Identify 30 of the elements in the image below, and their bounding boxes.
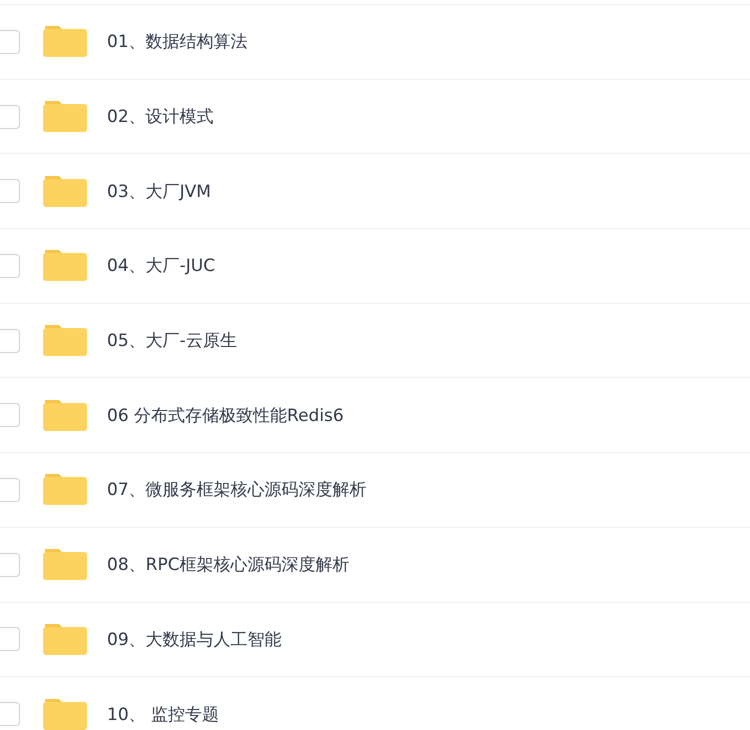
checkbox[interactable] — [0, 478, 20, 502]
folder-name[interactable]: 08、RPC框架核心源码深度解析 — [107, 553, 350, 576]
folder-name[interactable]: 05、大厂-云原生 — [107, 329, 237, 352]
checkbox[interactable] — [0, 403, 20, 428]
checkbox[interactable] — [0, 254, 20, 278]
checkbox[interactable] — [0, 328, 20, 353]
checkbox[interactable] — [0, 627, 20, 652]
checkbox[interactable] — [0, 702, 20, 726]
folder-icon — [43, 101, 87, 132]
folder-name[interactable]: 02、设计模式 — [107, 105, 214, 128]
folder-name[interactable]: 06 分布式存储极致性能Redis6 — [107, 404, 344, 427]
folder-icon — [43, 698, 87, 730]
checkbox[interactable] — [0, 30, 20, 54]
folder-icon — [43, 176, 87, 207]
folder-name[interactable]: 01、数据结构算法 — [107, 30, 248, 54]
folder-name[interactable]: 03、大厂JVM — [107, 180, 211, 203]
folder-icon — [43, 325, 87, 356]
folder-icon — [43, 400, 87, 431]
folder-icon — [43, 250, 87, 282]
folder-icon — [43, 474, 87, 506]
folder-icon — [43, 549, 87, 580]
checkbox[interactable] — [0, 552, 20, 577]
checkbox[interactable] — [0, 104, 20, 129]
folder-name[interactable]: 04、大厂-JUC — [107, 254, 216, 278]
folder-icon — [43, 26, 87, 58]
folder-name[interactable]: 07、微服务框架核心源码深度解析 — [107, 478, 367, 502]
folder-icon — [43, 624, 87, 655]
folder-name[interactable]: 10、 监控专题 — [107, 702, 220, 726]
checkbox[interactable] — [0, 179, 20, 204]
folder-name[interactable]: 09、大数据与人工智能 — [107, 628, 282, 651]
